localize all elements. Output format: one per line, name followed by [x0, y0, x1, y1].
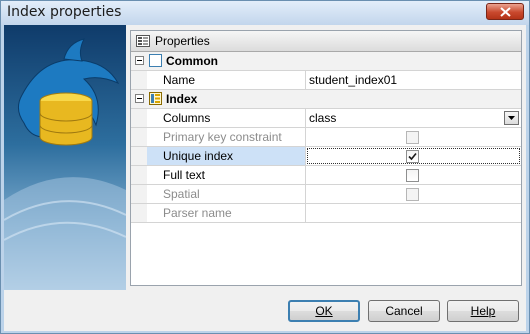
- row-gutter: [131, 128, 147, 146]
- cancel-button-label: Cancel: [385, 304, 423, 318]
- grid-body: Common Name student_index01 Index Column…: [131, 52, 521, 223]
- properties-icon: [136, 35, 150, 47]
- property-name-cell[interactable]: Unique index: [147, 147, 306, 165]
- columns-value: class: [309, 111, 337, 125]
- spatial-checkbox: [406, 188, 419, 201]
- category-label-common: Common: [166, 54, 218, 68]
- close-icon: [500, 7, 511, 17]
- cancel-button[interactable]: Cancel: [368, 300, 440, 322]
- property-row-name[interactable]: Name student_index01: [131, 71, 521, 90]
- collapse-icon[interactable]: [135, 94, 144, 103]
- category-row-common[interactable]: Common: [131, 52, 521, 71]
- property-name-cell[interactable]: Columns: [147, 109, 306, 127]
- property-value-cell[interactable]: student_index01: [306, 71, 521, 89]
- property-row-primary-key-constraint[interactable]: Primary key constraint: [131, 128, 521, 147]
- property-name: Columns: [163, 111, 211, 125]
- row-gutter: [131, 166, 147, 184]
- row-gutter: [131, 109, 147, 127]
- property-row-spatial[interactable]: Spatial: [131, 185, 521, 204]
- category-label-index: Index: [166, 92, 198, 106]
- property-grid[interactable]: Properties Common Name student_index01 I…: [130, 30, 522, 286]
- property-value-cell[interactable]: [306, 166, 521, 184]
- checkmark-icon: [408, 152, 417, 161]
- help-button[interactable]: Help: [447, 300, 519, 322]
- property-name-cell[interactable]: Primary key constraint: [147, 128, 306, 146]
- grid-header: Properties: [131, 31, 521, 52]
- side-banner: [4, 25, 126, 290]
- help-button-label: Help: [470, 304, 496, 318]
- index-properties-dialog: Index properties Properties Common Name …: [0, 0, 530, 334]
- property-name: Unique index: [163, 149, 234, 163]
- property-name-cell[interactable]: Name: [147, 71, 306, 89]
- ok-button-label: OK: [315, 304, 333, 318]
- property-name-cell[interactable]: Parser name: [147, 204, 306, 222]
- category-row-index[interactable]: Index: [131, 90, 521, 109]
- property-row-unique-index[interactable]: Unique index: [131, 147, 521, 166]
- collapse-icon[interactable]: [135, 56, 144, 65]
- row-gutter: [131, 147, 147, 165]
- index-category-icon: [149, 92, 162, 105]
- property-name: Name: [163, 73, 196, 87]
- property-name: Spatial: [163, 187, 200, 201]
- dialog-client-area: Properties Common Name student_index01 I…: [4, 25, 526, 331]
- property-row-full-text[interactable]: Full text: [131, 166, 521, 185]
- property-name: Full text: [163, 168, 206, 182]
- property-value-cell[interactable]: [306, 147, 521, 165]
- mysql-dolphin-database-logo: [4, 38, 126, 290]
- property-row-columns[interactable]: Columns class: [131, 109, 521, 128]
- row-gutter: [131, 71, 147, 89]
- ok-button[interactable]: OK: [288, 300, 360, 322]
- close-button[interactable]: [486, 3, 524, 20]
- property-name: Parser name: [163, 206, 232, 220]
- unique-index-checkbox[interactable]: [406, 150, 419, 163]
- property-value-cell: [306, 185, 521, 203]
- property-name: Primary key constraint: [163, 130, 282, 144]
- window-title: Index properties: [7, 4, 122, 20]
- row-gutter: [131, 185, 147, 203]
- primary-key-constraint-checkbox: [406, 131, 419, 144]
- full-text-checkbox[interactable]: [406, 169, 419, 182]
- columns-select[interactable]: class: [306, 109, 521, 127]
- row-gutter: [131, 204, 147, 222]
- grid-header-label: Properties: [155, 34, 210, 48]
- property-name-cell[interactable]: Spatial: [147, 185, 306, 203]
- dropdown-button[interactable]: [504, 111, 519, 125]
- parser-name-field: [306, 204, 521, 222]
- title-bar[interactable]: Index properties: [1, 1, 529, 25]
- property-value-cell: [306, 128, 521, 146]
- property-row-parser-name[interactable]: Parser name: [131, 204, 521, 223]
- property-name-cell[interactable]: Full text: [147, 166, 306, 184]
- chevron-down-icon: [508, 116, 515, 120]
- common-category-icon: [149, 54, 162, 67]
- name-value-field[interactable]: student_index01: [309, 73, 397, 87]
